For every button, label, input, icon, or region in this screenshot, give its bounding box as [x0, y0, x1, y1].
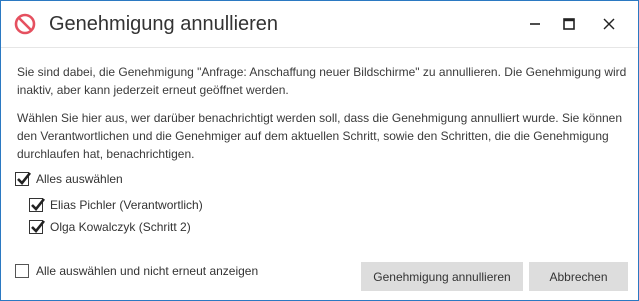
recipient-label: Elias Pichler (Verantwortlich): [50, 198, 203, 212]
dont-show-again-label: Alle auswählen und nicht erneut anzeigen: [36, 264, 259, 278]
recipient-label: Olga Kowalczyk (Schritt 2): [50, 220, 191, 234]
notify-instructions: Wählen Sie hier aus, wer darüber benachr…: [17, 111, 623, 161]
select-all-option[interactable]: Alles auswählen: [15, 172, 123, 186]
recipient-checkbox[interactable]: [29, 198, 46, 212]
select-all-label: Alles auswählen: [36, 172, 123, 186]
title-bar[interactable]: Genehmigung annullieren: [1, 1, 638, 48]
prohibited-icon: [14, 13, 36, 35]
intro-text: Sie sind dabei, die Genehmigung "Anfrage…: [17, 65, 627, 97]
minimize-icon[interactable]: [523, 12, 547, 36]
dont-show-again-option[interactable]: Alle auswählen und nicht erneut anzeigen: [15, 264, 258, 278]
recipient-option[interactable]: Olga Kowalczyk (Schritt 2): [29, 220, 191, 234]
recipient-option[interactable]: Elias Pichler (Verantwortlich): [29, 198, 203, 212]
close-icon[interactable]: [597, 12, 621, 36]
dont-show-again-checkbox[interactable]: [15, 264, 29, 278]
dialog-title: Genehmigung annullieren: [49, 13, 279, 35]
cancel-button[interactable]: Abbrechen: [529, 262, 628, 291]
dialog-window: Genehmigung annullieren Sie sind dabei, …: [0, 0, 639, 301]
maximize-icon[interactable]: [557, 12, 581, 36]
select-all-checkbox[interactable]: [15, 172, 32, 186]
annul-approval-button[interactable]: Genehmigung annullieren: [361, 262, 523, 291]
recipient-checkbox[interactable]: [29, 220, 46, 234]
